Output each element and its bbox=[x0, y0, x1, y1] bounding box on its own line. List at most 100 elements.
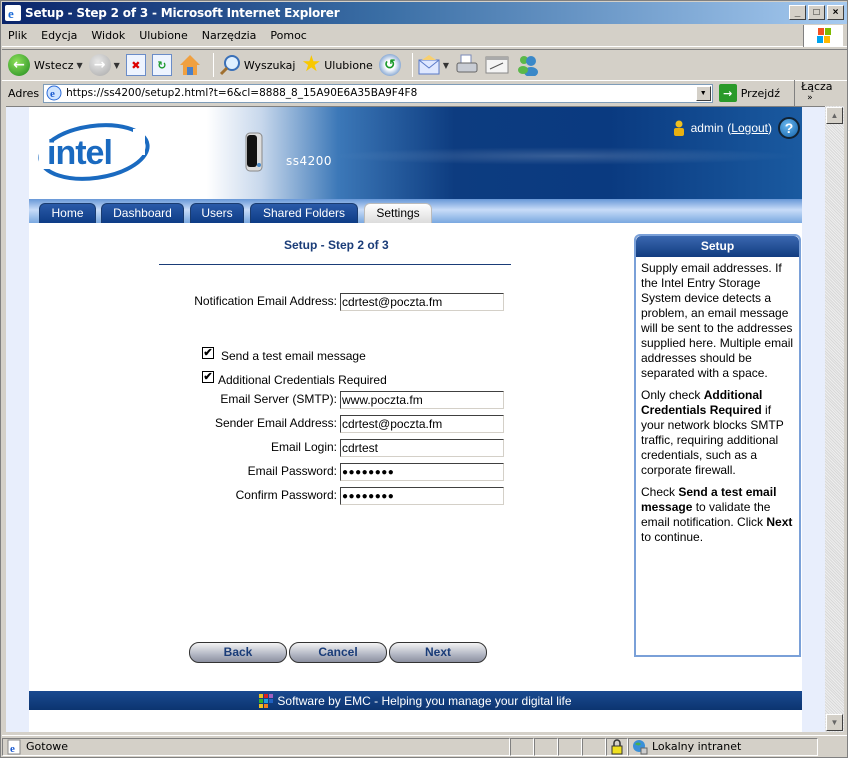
logout-link[interactable]: Logout bbox=[731, 121, 768, 135]
tab-dashboard[interactable]: Dashboard bbox=[101, 203, 184, 223]
confirm-password-input[interactable] bbox=[340, 487, 504, 505]
address-url: https://ss4200/setup2.html?t=6&cl=8888_8… bbox=[66, 87, 418, 99]
svg-text:intel: intel bbox=[47, 134, 112, 172]
minimize-button[interactable]: _ bbox=[789, 5, 806, 20]
refresh-icon: ↻ bbox=[151, 54, 172, 76]
notification-email-label: Notification Email Address: bbox=[194, 294, 337, 308]
smtp-server-input[interactable] bbox=[340, 391, 504, 409]
forward-arrow-icon: → bbox=[88, 54, 111, 76]
notification-email-input[interactable] bbox=[340, 293, 504, 311]
device-model: ss4200 bbox=[286, 154, 333, 168]
links-button[interactable]: Łącza » bbox=[794, 80, 847, 106]
address-bar: Adres e https://ss4200/setup2.html?t=6&c… bbox=[2, 80, 847, 106]
messenger-icon bbox=[517, 56, 538, 76]
windows-logo-icon bbox=[803, 25, 843, 47]
page-icon: e bbox=[7, 739, 21, 755]
confirm-password-label: Confirm Password: bbox=[235, 488, 337, 502]
favorites-label: Ulubione bbox=[324, 58, 373, 72]
favorites-button[interactable]: ★ Ulubione bbox=[301, 54, 372, 76]
back-label: Wstecz bbox=[34, 58, 74, 72]
cancel-button[interactable]: Cancel bbox=[289, 642, 387, 663]
vertical-scrollbar[interactable]: ▲ ▼ bbox=[825, 106, 844, 732]
logout-close-paren: ) bbox=[768, 121, 772, 135]
stop-icon: ✖ bbox=[125, 54, 146, 76]
additional-credentials-checkbox[interactable]: ✔ bbox=[202, 371, 214, 383]
status-cell: e Gotowe bbox=[2, 737, 510, 756]
send-test-label: Send a test email message bbox=[221, 349, 366, 363]
tab-home[interactable]: Home bbox=[39, 203, 96, 223]
title-bar: e Setup - Step 2 of 3 - Microsoft Intern… bbox=[2, 2, 847, 24]
search-label: Wyszukaj bbox=[243, 58, 296, 72]
dropdown-arrow-icon[interactable]: ▼ bbox=[77, 61, 83, 70]
status-panel bbox=[558, 737, 582, 756]
maximize-button[interactable]: □ bbox=[808, 5, 825, 20]
mail-icon bbox=[418, 55, 440, 75]
page-viewport: intel ss4200 admin (Logout) ? Home Dashb… bbox=[6, 106, 825, 732]
page-icon: e bbox=[46, 85, 62, 101]
back-button[interactable]: ← Wstecz ▼ bbox=[8, 54, 83, 76]
back-button[interactable]: Back bbox=[189, 642, 287, 663]
email-password-input[interactable] bbox=[340, 463, 504, 481]
mail-button[interactable]: ▼ bbox=[418, 55, 449, 75]
home-button[interactable] bbox=[178, 53, 202, 77]
help-icon[interactable]: ? bbox=[778, 117, 800, 139]
zone-text: Lokalny intranet bbox=[652, 740, 742, 753]
refresh-button[interactable]: ↻ bbox=[151, 54, 172, 76]
menu-pomoc[interactable]: Pomoc bbox=[270, 29, 306, 42]
username: admin bbox=[690, 121, 724, 135]
print-button[interactable] bbox=[455, 54, 479, 76]
intel-logo: intel bbox=[38, 123, 150, 181]
scroll-up-icon[interactable]: ▲ bbox=[826, 107, 843, 124]
address-dropdown-icon[interactable]: ▼ bbox=[695, 85, 711, 101]
intranet-icon bbox=[633, 739, 648, 754]
scroll-down-icon[interactable]: ▼ bbox=[826, 714, 843, 731]
sidebar-paragraph-1: Supply email addresses. If the Intel Ent… bbox=[641, 261, 794, 380]
additional-credentials-label: Additional Credentials Required bbox=[218, 373, 387, 387]
user-icon bbox=[673, 120, 684, 136]
menu-ulubione[interactable]: Ulubione bbox=[139, 29, 188, 42]
messenger-button[interactable] bbox=[515, 54, 539, 76]
tab-shared-folders[interactable]: Shared Folders bbox=[250, 203, 358, 223]
address-label: Adres bbox=[8, 86, 40, 100]
next-button[interactable]: Next bbox=[389, 642, 487, 663]
sender-email-input[interactable] bbox=[340, 415, 504, 433]
links-label: Łącza bbox=[801, 80, 833, 93]
svg-text:e: e bbox=[10, 743, 15, 755]
forward-button[interactable]: → ▼ bbox=[88, 54, 120, 76]
go-arrow-icon: → bbox=[718, 84, 737, 102]
printer-icon bbox=[456, 54, 478, 73]
email-login-label: Email Login: bbox=[270, 440, 337, 454]
stop-button[interactable]: ✖ bbox=[125, 54, 146, 76]
tab-settings[interactable]: Settings bbox=[364, 203, 432, 223]
page-header: intel ss4200 admin (Logout) ? bbox=[29, 107, 802, 199]
lock-icon[interactable] bbox=[606, 737, 628, 756]
svg-text:e: e bbox=[8, 6, 14, 21]
toolbar-separator bbox=[212, 53, 214, 77]
history-button[interactable]: ↺ bbox=[378, 54, 401, 76]
go-button[interactable]: → Przejdź bbox=[718, 84, 780, 102]
sidebar-paragraph-3: Check Send a test email message to valid… bbox=[641, 485, 793, 544]
ie-icon: e bbox=[5, 5, 21, 21]
home-icon bbox=[179, 55, 200, 75]
history-icon: ↺ bbox=[378, 54, 401, 76]
tab-users[interactable]: Users bbox=[190, 203, 244, 223]
status-panel bbox=[510, 737, 534, 756]
dropdown-arrow-icon[interactable]: ▼ bbox=[114, 61, 120, 70]
search-button[interactable]: Wyszukaj bbox=[219, 54, 296, 76]
menu-edycja[interactable]: Edycja bbox=[41, 29, 77, 42]
edit-button[interactable] bbox=[485, 55, 509, 75]
zone-cell: Lokalny intranet bbox=[628, 737, 818, 756]
chevron-more-icon[interactable]: » bbox=[807, 93, 813, 103]
address-input[interactable]: e https://ss4200/setup2.html?t=6&cl=8888… bbox=[43, 83, 713, 103]
menu-narzedzia[interactable]: Narzędzia bbox=[202, 29, 257, 42]
close-button[interactable]: × bbox=[827, 5, 844, 20]
dropdown-arrow-icon[interactable]: ▼ bbox=[443, 61, 449, 70]
status-text: Gotowe bbox=[26, 740, 69, 753]
email-login-input[interactable] bbox=[340, 439, 504, 457]
menu-plik[interactable]: Plik bbox=[8, 29, 27, 42]
menu-widok[interactable]: Widok bbox=[91, 29, 125, 42]
sidebar-title: Setup bbox=[636, 236, 799, 257]
email-password-label: Email Password: bbox=[247, 464, 337, 478]
send-test-checkbox[interactable]: ✔ bbox=[202, 347, 214, 359]
sender-email-label: Sender Email Address: bbox=[214, 416, 337, 430]
